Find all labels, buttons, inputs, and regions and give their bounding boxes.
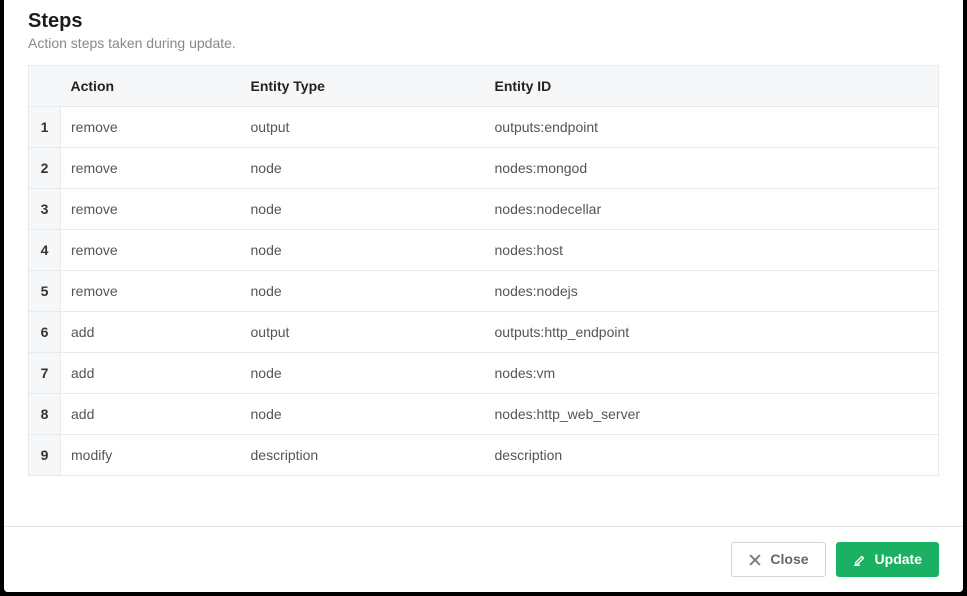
table-row: 1removeoutputoutputs:endpoint [29,107,939,148]
cell-entity-type: description [241,435,485,476]
row-number: 7 [29,353,61,394]
cell-entity-id: nodes:vm [485,353,939,394]
column-header-entity-type: Entity Type [241,66,485,107]
modal-footer: Close Update [4,526,963,592]
cell-entity-type: node [241,230,485,271]
cell-entity-id: nodes:nodecellar [485,189,939,230]
table-row: 8addnodenodes:http_web_server [29,394,939,435]
section-title: Steps [28,10,939,33]
row-number: 8 [29,394,61,435]
cell-entity-id: outputs:http_endpoint [485,312,939,353]
table-row: 5removenodenodes:nodejs [29,271,939,312]
column-header-entity-id: Entity ID [485,66,939,107]
column-header-number [29,66,61,107]
cell-entity-type: node [241,394,485,435]
edit-icon [853,553,867,567]
row-number: 6 [29,312,61,353]
cell-entity-type: node [241,148,485,189]
cell-action: remove [61,189,241,230]
cell-action: remove [61,230,241,271]
cell-entity-type: node [241,189,485,230]
cell-entity-id: nodes:host [485,230,939,271]
cell-action: modify [61,435,241,476]
table-row: 9modifydescriptiondescription [29,435,939,476]
table-row: 6addoutputoutputs:http_endpoint [29,312,939,353]
update-button-label: Update [875,551,922,568]
column-header-action: Action [61,66,241,107]
cell-action: add [61,394,241,435]
modal-dialog: Steps Action steps taken during update. … [4,0,963,592]
cell-entity-id: description [485,435,939,476]
cell-entity-id: nodes:mongod [485,148,939,189]
cell-action: remove [61,148,241,189]
steps-table: Action Entity Type Entity ID 1removeoutp… [28,65,939,476]
cell-action: remove [61,107,241,148]
close-button-label: Close [770,551,808,568]
table-row: 4removenodenodes:host [29,230,939,271]
cell-entity-id: nodes:http_web_server [485,394,939,435]
cell-action: add [61,312,241,353]
cell-action: add [61,353,241,394]
row-number: 1 [29,107,61,148]
row-number: 2 [29,148,61,189]
row-number: 4 [29,230,61,271]
table-row: 3removenodenodes:nodecellar [29,189,939,230]
close-button[interactable]: Close [731,542,825,577]
table-row: 7addnodenodes:vm [29,353,939,394]
cell-entity-type: node [241,353,485,394]
cell-entity-type: node [241,271,485,312]
close-icon [748,553,762,567]
cell-action: remove [61,271,241,312]
cell-entity-type: output [241,107,485,148]
row-number: 5 [29,271,61,312]
table-row: 2removenodenodes:mongod [29,148,939,189]
section-subtitle: Action steps taken during update. [28,35,939,51]
cell-entity-id: outputs:endpoint [485,107,939,148]
cell-entity-id: nodes:nodejs [485,271,939,312]
row-number: 3 [29,189,61,230]
update-button[interactable]: Update [836,542,939,577]
cell-entity-type: output [241,312,485,353]
modal-body: Steps Action steps taken during update. … [4,0,963,526]
row-number: 9 [29,435,61,476]
